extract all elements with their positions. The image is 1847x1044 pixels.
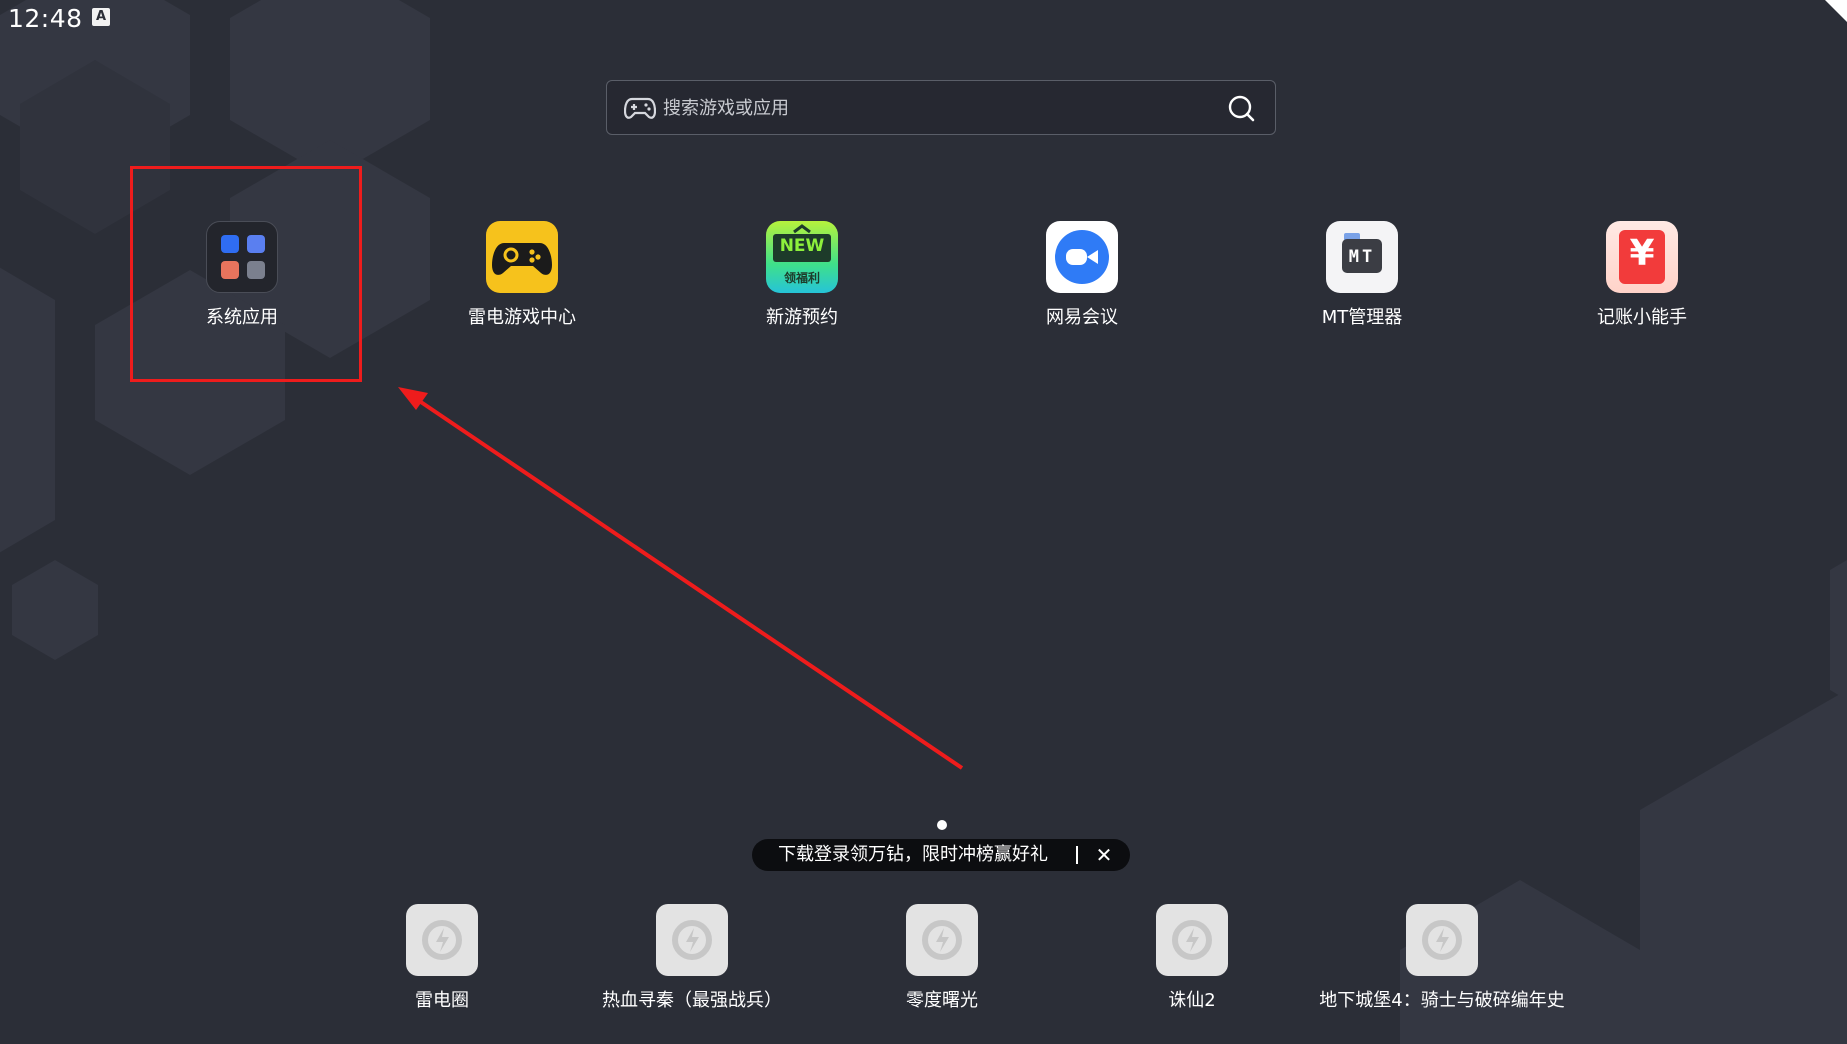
dock-app-leidianquan[interactable]: 雷电圈 <box>342 904 542 1012</box>
app-label: 网易会议 <box>1046 307 1118 328</box>
placeholder-app-icon <box>906 904 978 976</box>
dock-app-zhuxian2[interactable]: 诛仙2 <box>1092 904 1292 1012</box>
annotation-highlight-box <box>130 166 362 382</box>
wallpaper <box>0 0 1847 1044</box>
notification-icon: A <box>92 8 110 26</box>
app-label: 诛仙2 <box>1168 990 1216 1011</box>
app-label: MT管理器 <box>1321 307 1403 328</box>
signal-icon <box>1825 0 1847 22</box>
yuan-symbol: ¥ <box>1629 233 1655 274</box>
gamepad-icon <box>486 221 558 293</box>
promo-separator <box>1076 846 1078 864</box>
app-netease-meeting[interactable]: 网易会议 <box>982 221 1182 329</box>
status-time: 12:48 <box>8 4 83 33</box>
new-badge-text: NEW <box>779 236 825 256</box>
mt-manager-icon: MT <box>1326 221 1398 293</box>
app-label: 新游预约 <box>766 307 838 328</box>
placeholder-app-icon <box>1156 904 1228 976</box>
page-indicator-dot[interactable] <box>937 820 947 830</box>
search-input[interactable]: 搜索游戏或应用 <box>663 81 1203 136</box>
placeholder-app-icon <box>656 904 728 976</box>
yuan-icon: ¥ <box>1606 221 1678 293</box>
new-badge-subtext: 领福利 <box>783 271 820 285</box>
app-new-games[interactable]: NEW 领福利 新游预约 <box>702 221 902 329</box>
app-accounting[interactable]: ¥ 记账小能手 <box>1542 221 1742 329</box>
placeholder-app-icon <box>406 904 478 976</box>
app-label: 地下城堡4：骑士与破碎编年史 <box>1319 990 1565 1011</box>
app-label: 记账小能手 <box>1597 307 1687 328</box>
placeholder-app-icon <box>1406 904 1478 976</box>
app-game-center[interactable]: 雷电游戏中心 <box>422 221 622 329</box>
app-label: 零度曙光 <box>906 990 978 1011</box>
search-icon[interactable] <box>1227 94 1255 122</box>
app-label: 雷电游戏中心 <box>468 307 576 328</box>
video-camera-icon <box>1046 221 1118 293</box>
search-bar[interactable]: 搜索游戏或应用 <box>606 80 1276 135</box>
new-badge-icon: NEW 领福利 <box>766 221 838 293</box>
close-icon[interactable]: ✕ <box>1090 839 1118 871</box>
dock-app-rexuexunqin[interactable]: 热血寻秦（最强战兵） <box>592 904 792 1012</box>
mt-text: MT <box>1348 247 1376 267</box>
app-label: 热血寻秦（最强战兵） <box>602 990 782 1011</box>
status-bar: 12:48 A <box>0 0 1847 36</box>
promo-banner[interactable]: 下载登录领万钻，限时冲榜赢好礼 ✕ <box>752 839 1130 871</box>
gamepad-icon <box>624 97 656 119</box>
dock-app-dixiachengbao4[interactable]: 地下城堡4：骑士与破碎编年史 <box>1292 904 1592 1012</box>
dock-app-lingdushuguang[interactable]: 零度曙光 <box>842 904 1042 1012</box>
app-mt-manager[interactable]: MT MT管理器 <box>1262 221 1462 329</box>
promo-text: 下载登录领万钻，限时冲榜赢好礼 <box>778 844 1048 865</box>
app-label: 雷电圈 <box>415 990 469 1011</box>
